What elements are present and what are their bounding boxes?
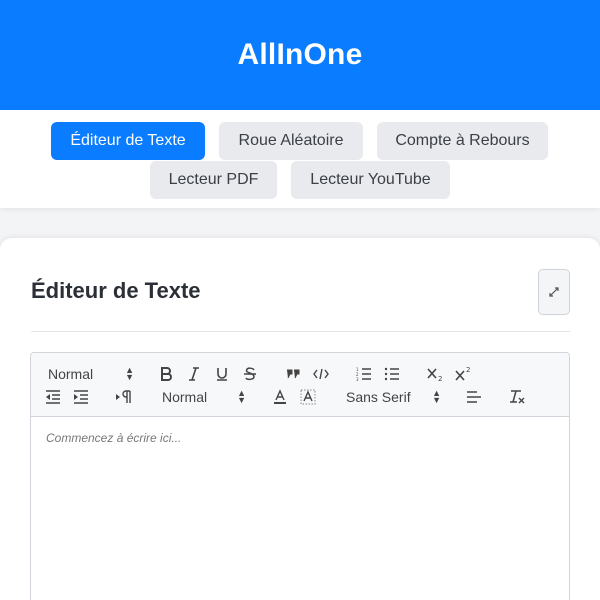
bold-button[interactable] bbox=[157, 364, 175, 384]
clear-format-button[interactable] bbox=[508, 387, 526, 407]
indent-icon bbox=[74, 390, 88, 404]
subscript-icon: 2 bbox=[427, 368, 442, 382]
expand-button[interactable] bbox=[538, 269, 570, 315]
editor-card: Éditeur de Texte Normal ▲ ▼ 1 2 3 2 2 No… bbox=[0, 238, 600, 600]
title-divider bbox=[31, 331, 570, 332]
text-color-button[interactable] bbox=[271, 387, 289, 407]
outdent-icon bbox=[46, 390, 60, 404]
strike-button[interactable] bbox=[241, 364, 259, 384]
header-picker-label: Normal bbox=[48, 366, 94, 382]
svg-text:2: 2 bbox=[466, 366, 470, 374]
rtl-direction-icon bbox=[116, 390, 131, 403]
subscript-button[interactable]: 2 bbox=[425, 364, 445, 384]
italic-button[interactable] bbox=[185, 364, 203, 384]
superscript-icon: 2 bbox=[455, 366, 470, 381]
blockquote-icon bbox=[287, 369, 300, 379]
picker-arrows-icon: ▲ ▼ bbox=[125, 365, 134, 382]
align-button[interactable] bbox=[465, 387, 483, 407]
rich-text-editor: Normal ▲ ▼ 123 2 2 Normal ▲ ▼ Sans Serif… bbox=[30, 352, 570, 600]
tab-youtube-player[interactable]: Lecteur YouTube bbox=[291, 161, 450, 199]
tab-countdown[interactable]: Compte à Rebours bbox=[377, 122, 548, 160]
background-color-icon bbox=[300, 389, 316, 405]
tab-random-wheel[interactable]: Roue Aléatoire bbox=[219, 122, 363, 160]
underline-icon bbox=[217, 368, 227, 381]
ordered-list-button[interactable]: 123 bbox=[355, 364, 373, 384]
tab-pdf-reader[interactable]: Lecteur PDF bbox=[150, 161, 277, 199]
font-picker[interactable]: Sans Serif ▲ ▼ bbox=[346, 387, 441, 407]
app-title: AllInOne bbox=[237, 38, 363, 71]
bullet-list-button[interactable] bbox=[383, 364, 401, 384]
tab-text-editor[interactable]: Éditeur de Texte bbox=[51, 122, 205, 160]
direction-button[interactable] bbox=[114, 387, 134, 407]
code-block-button[interactable] bbox=[312, 364, 330, 384]
expand-icon bbox=[549, 287, 559, 297]
editor-placeholder: Commencez à écrire ici... bbox=[46, 431, 182, 445]
picker-arrows-icon: ▲ ▼ bbox=[432, 388, 441, 405]
strike-icon bbox=[244, 367, 256, 381]
outdent-button[interactable] bbox=[44, 387, 62, 407]
picker-arrows-icon: ▲ ▼ bbox=[237, 388, 246, 405]
bullet-list-icon bbox=[384, 367, 399, 381]
bold-icon bbox=[161, 367, 172, 381]
card-title: Éditeur de Texte bbox=[31, 278, 201, 303]
align-left-icon bbox=[467, 391, 481, 403]
text-color-icon bbox=[274, 389, 286, 404]
header-picker[interactable]: Normal ▲ ▼ bbox=[48, 364, 134, 384]
clear-format-icon bbox=[510, 390, 525, 404]
blockquote-button[interactable] bbox=[284, 364, 302, 384]
svg-text:3: 3 bbox=[356, 377, 359, 381]
size-picker[interactable]: Normal ▲ ▼ bbox=[162, 387, 246, 407]
indent-button[interactable] bbox=[72, 387, 90, 407]
tab-bar: Éditeur de Texte Roue Aléatoire Compte à… bbox=[0, 110, 600, 208]
background-color-button[interactable] bbox=[299, 387, 317, 407]
superscript-button[interactable]: 2 bbox=[453, 364, 473, 384]
svg-text:2: 2 bbox=[438, 375, 442, 382]
ordered-list-icon: 123 bbox=[356, 367, 371, 381]
underline-button[interactable] bbox=[213, 364, 231, 384]
code-block-icon bbox=[313, 368, 329, 380]
font-picker-label: Sans Serif bbox=[346, 389, 411, 405]
editor-toolbar: Normal ▲ ▼ 123 2 2 Normal ▲ ▼ Sans Serif… bbox=[31, 353, 569, 417]
app-header: AllInOne bbox=[0, 0, 600, 110]
size-picker-label: Normal bbox=[162, 389, 208, 405]
italic-icon bbox=[189, 367, 199, 381]
editor-content-area[interactable]: Commencez à écrire ici... bbox=[31, 417, 569, 600]
